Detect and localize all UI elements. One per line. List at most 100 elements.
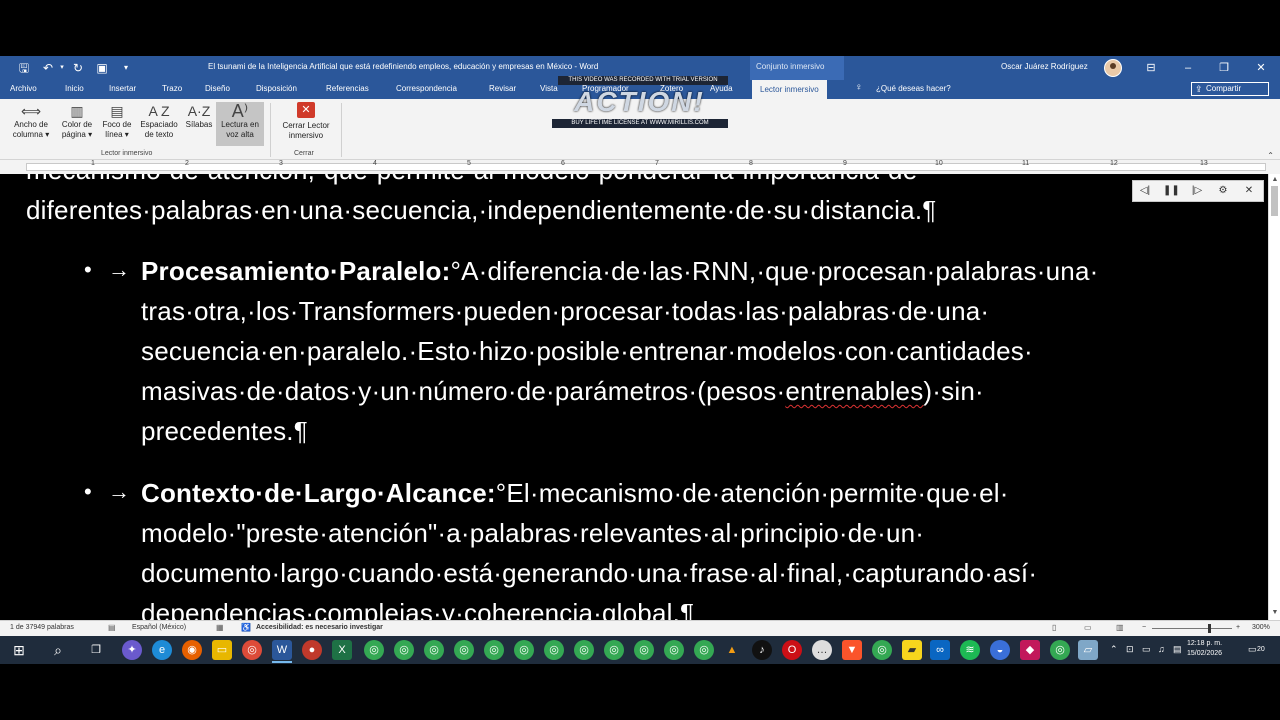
file-explorer-icon[interactable]: ▭ xyxy=(212,640,232,660)
zoom-slider[interactable] xyxy=(1152,628,1232,629)
firefox-icon[interactable]: ◉ xyxy=(182,640,202,660)
app-icon[interactable]: ▱ xyxy=(1078,640,1098,660)
web-layout-icon[interactable]: ▥ xyxy=(1116,623,1124,632)
chrome-profile-icon[interactable]: ◎ xyxy=(454,640,474,660)
customize-toolbar-icon[interactable]: ▾ xyxy=(118,60,134,76)
voice-settings-icon[interactable]: ⚙ xyxy=(1215,184,1231,198)
tab-referencias[interactable]: Referencias xyxy=(326,84,369,93)
column-width-button[interactable]: ⟺ Ancho de columna ▾ xyxy=(6,102,56,146)
text-spacing-button[interactable]: A Z Espaciado de texto xyxy=(136,102,182,146)
word-count[interactable]: 1 de 37949 palabras xyxy=(10,624,74,631)
close-immersive-button[interactable]: ✕ Cerrar Lector inmersivo xyxy=(275,102,337,146)
previous-paragraph-icon[interactable]: ◁| xyxy=(1137,184,1153,198)
tab-insertar[interactable]: Insertar xyxy=(109,84,136,93)
chrome-profile-icon[interactable]: ◎ xyxy=(664,640,684,660)
notes-icon[interactable]: ▰ xyxy=(902,640,922,660)
close-icon[interactable]: ✕ xyxy=(1253,60,1269,76)
tell-me-search[interactable]: ¿Qué deseas hacer? xyxy=(876,84,951,93)
pause-icon[interactable]: ❚❚ xyxy=(1163,184,1180,198)
minimize-icon[interactable]: – xyxy=(1180,60,1196,76)
word-taskbar-icon[interactable]: W xyxy=(272,640,292,660)
redo-icon[interactable]: ↻ xyxy=(70,60,86,76)
zoom-out-button[interactable]: − xyxy=(1142,624,1146,631)
macro-icon[interactable]: ▦ xyxy=(216,623,224,632)
tab-archivo[interactable]: Archivo xyxy=(10,84,37,93)
syllables-button[interactable]: A·Z Sílabas xyxy=(182,102,216,146)
spelling-error-word[interactable]: entrenables xyxy=(785,376,923,406)
notification-icon[interactable]: ▭ xyxy=(1248,644,1257,655)
battery-icon[interactable]: ▭ xyxy=(1142,644,1151,655)
volume-icon[interactable]: ♫ xyxy=(1158,644,1165,654)
tab-revisar[interactable]: Revisar xyxy=(489,84,516,93)
document-area[interactable]: mecanismo·de·atención,·que·permite·al·mo… xyxy=(0,174,1268,620)
app-icon[interactable]: ◒ xyxy=(990,640,1010,660)
spotify-icon[interactable]: ≋ xyxy=(960,640,980,660)
vertical-scrollbar[interactable]: ▲ ▼ xyxy=(1268,174,1280,620)
tab-trazo[interactable]: Trazo xyxy=(162,84,182,93)
restore-icon[interactable]: ❐ xyxy=(1216,60,1232,76)
chrome-profile-icon[interactable]: ◎ xyxy=(694,640,714,660)
chrome-profile-icon[interactable]: ◎ xyxy=(364,640,384,660)
ribbon-display-options-icon[interactable]: ⊟ xyxy=(1143,60,1159,76)
brave-icon[interactable]: ▼ xyxy=(842,640,862,660)
close-read-aloud-icon[interactable]: ✕ xyxy=(1241,184,1257,198)
app-icon[interactable]: ◆ xyxy=(1020,640,1040,660)
app-icon[interactable]: ● xyxy=(302,640,322,660)
save-icon[interactable]: 🖫 xyxy=(16,60,32,76)
print-preview-icon[interactable]: ▣ xyxy=(94,60,110,76)
chat-icon[interactable]: … xyxy=(812,640,832,660)
accessibility-icon[interactable]: ♿ xyxy=(241,623,251,632)
task-view-icon[interactable]: ❐ xyxy=(86,640,106,660)
scroll-up-icon[interactable]: ▲ xyxy=(1270,175,1280,185)
user-name[interactable]: Oscar Juárez Rodríguez xyxy=(1001,62,1088,71)
clock[interactable]: 12:18 p. m. 15/02/2026 xyxy=(1187,639,1222,659)
input-icon[interactable]: ▤ xyxy=(1173,644,1182,655)
read-aloud-button[interactable]: A⁾ Lectura en voz alta xyxy=(216,102,264,146)
zoom-in-button[interactable]: + xyxy=(1236,624,1240,631)
chrome-icon[interactable]: ◎ xyxy=(242,640,262,660)
scrollbar-thumb[interactable] xyxy=(1271,186,1278,216)
proofing-icon[interactable]: ▤ xyxy=(108,623,116,632)
network-icon[interactable]: ⊡ xyxy=(1126,644,1134,655)
vlc-icon[interactable]: ▲ xyxy=(722,640,742,660)
search-icon[interactable]: ⌕ xyxy=(48,640,68,660)
chrome-profile-icon[interactable]: ◎ xyxy=(484,640,504,660)
copilot-icon[interactable]: ✦ xyxy=(122,640,142,660)
windows-start-icon[interactable]: ⊞ xyxy=(9,640,29,660)
chrome-profile-icon[interactable]: ◎ xyxy=(574,640,594,660)
tab-lector-inmersivo[interactable]: Lector inmersivo xyxy=(752,80,827,99)
chrome-profile-icon[interactable]: ◎ xyxy=(1050,640,1070,660)
page-color-button[interactable]: ▥ Color de página ▾ xyxy=(56,102,98,146)
zoom-slider-thumb[interactable] xyxy=(1208,624,1211,633)
share-button[interactable]: Compartir xyxy=(1191,82,1269,96)
chrome-profile-icon[interactable]: ◎ xyxy=(634,640,654,660)
ruler-track[interactable] xyxy=(26,163,1266,171)
zoom-level[interactable]: 300% xyxy=(1252,624,1270,631)
line-focus-button[interactable]: ▤ Foco de línea ▾ xyxy=(98,102,136,146)
language-indicator[interactable]: Español (México) xyxy=(132,624,186,631)
chrome-profile-icon[interactable]: ◎ xyxy=(544,640,564,660)
tab-inicio[interactable]: Inicio xyxy=(65,84,84,93)
chrome-profile-icon[interactable]: ◎ xyxy=(424,640,444,660)
edge-icon[interactable]: e xyxy=(152,640,172,660)
read-mode-icon[interactable]: ▯ xyxy=(1052,623,1056,632)
chrome-profile-icon[interactable]: ◎ xyxy=(514,640,534,660)
opera-icon[interactable]: O xyxy=(782,640,802,660)
tray-overflow-icon[interactable]: ⌃ xyxy=(1110,644,1118,655)
tab-disposicion[interactable]: Disposición xyxy=(256,84,297,93)
chrome-profile-icon[interactable]: ◎ xyxy=(872,640,892,660)
app-icon[interactable]: ∞ xyxy=(930,640,950,660)
collapse-ribbon-icon[interactable]: ⌃ xyxy=(1267,151,1274,160)
print-layout-icon[interactable]: ▭ xyxy=(1084,623,1092,632)
chrome-profile-icon[interactable]: ◎ xyxy=(394,640,414,660)
tab-correspondencia[interactable]: Correspondencia xyxy=(396,84,457,93)
excel-icon[interactable]: X xyxy=(332,640,352,660)
accessibility-status[interactable]: Accesibilidad: es necesario investigar xyxy=(256,624,383,631)
avatar[interactable] xyxy=(1104,59,1122,77)
next-paragraph-icon[interactable]: |▷ xyxy=(1189,184,1205,198)
tab-diseno[interactable]: Diseño xyxy=(205,84,230,93)
undo-dropdown-icon[interactable]: ▾ xyxy=(54,60,70,76)
chrome-profile-icon[interactable]: ◎ xyxy=(604,640,624,660)
scroll-down-icon[interactable]: ▼ xyxy=(1270,608,1280,618)
tiktok-icon[interactable]: ♪ xyxy=(752,640,772,660)
